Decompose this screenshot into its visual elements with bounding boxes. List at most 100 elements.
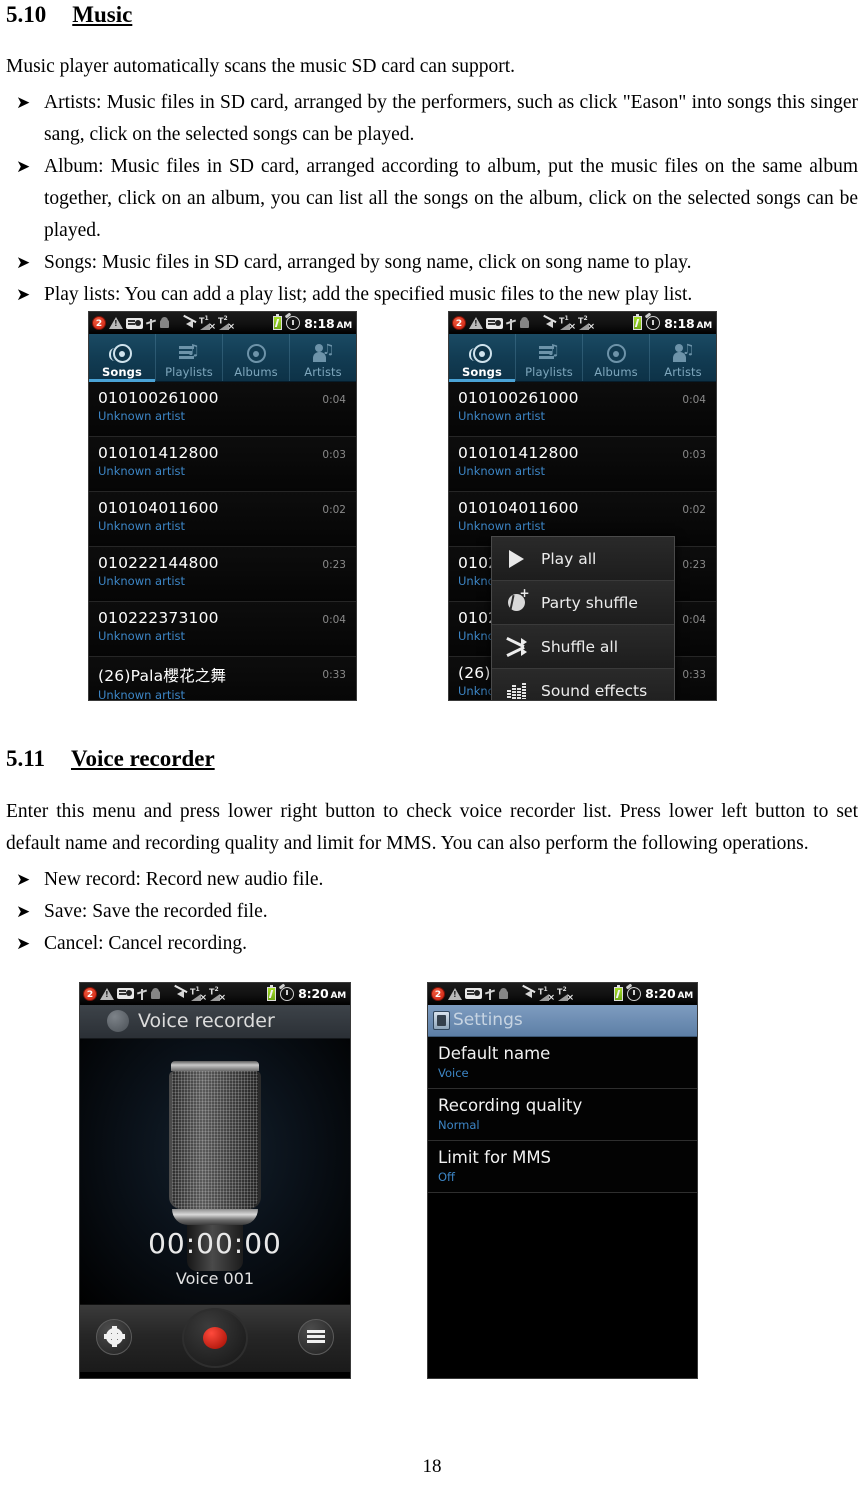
- artist-note-icon: ♫: [312, 342, 335, 365]
- music-options-menu-screenshot: 2 T1× T2× 8:18AM Song: [448, 311, 717, 702]
- menu-item-party-shuffle[interactable]: Party shuffle: [492, 581, 674, 626]
- fm-radio-icon: [465, 988, 482, 1000]
- fm-radio-icon: [117, 988, 134, 1000]
- table-row[interactable]: 010100261000 Unknown artist 0:04: [449, 382, 716, 438]
- list-item: ➤ Save: Save the recorded file.: [12, 896, 858, 928]
- alarm-clock-icon: [646, 316, 661, 331]
- voice-recorder-bullet-list: ➤ New record: Record new audio file. ➤ Sav…: [6, 864, 858, 960]
- list-item: ➤ Cancel: Cancel recording.: [12, 928, 858, 960]
- sim1-no-signal-icon: T1 ×: [538, 985, 555, 1003]
- record-button[interactable]: [182, 1307, 248, 1368]
- alarm-clock-icon: [280, 986, 295, 1001]
- sim2-no-signal-icon: T2 ×: [218, 315, 235, 333]
- music-options-context-menu: Play all Party shuffle Shuffle all Sound…: [491, 536, 675, 701]
- fm-radio-icon: [126, 317, 143, 329]
- play-icon: [504, 549, 528, 568]
- arrow-bullet-icon: ➤: [16, 869, 31, 889]
- voice-recorder-screenshots-row: 2 T1× T2× 8:20AM Voice recorder: [6, 981, 858, 1402]
- fm-radio-icon: [486, 317, 503, 329]
- status-bar-clock: 8:20 AM: [645, 986, 693, 1002]
- microphone-stage: 00:00:00 Voice 001: [80, 1038, 350, 1304]
- section-heading-music: 5.10 Music: [6, 0, 858, 27]
- album-disc-icon: [606, 342, 626, 365]
- gear-icon: [103, 1328, 125, 1346]
- warning-icon: [100, 987, 114, 1000]
- music-songs-screenshot: 2 T1× T2× 8:18AM Song: [88, 311, 357, 702]
- section-number: 5.11: [6, 746, 45, 772]
- arrow-bullet-icon: ➤: [16, 157, 31, 177]
- table-row[interactable]: 010101412800 Unknown artist 0:03: [449, 437, 716, 493]
- notification-badge-icon: 2: [452, 316, 466, 331]
- page-title: Voice recorder: [138, 1010, 275, 1033]
- music-intro-paragraph: Music player automatically scans the mus…: [6, 56, 516, 78]
- notification-badge-icon: 2: [83, 986, 97, 1001]
- android-debug-icon: [498, 987, 509, 1000]
- battery-charging-icon: [614, 984, 624, 1001]
- table-row[interactable]: (26)Pala櫻花之舞 Unknown artist 0:33: [89, 657, 356, 701]
- table-row[interactable]: 010104011600 Unknown artist 0:02: [89, 492, 356, 548]
- table-row[interactable]: 010222144800 Unknown artist 0:23: [89, 547, 356, 603]
- usb-icon: [485, 987, 495, 1001]
- settings-button[interactable]: [96, 1318, 132, 1355]
- recording-list-button[interactable]: [298, 1318, 334, 1355]
- disc-icon: [468, 342, 492, 365]
- menu-item-shuffle-all[interactable]: Shuffle all: [492, 625, 674, 670]
- settings-item-limit-for-mms[interactable]: Limit for MMS Off: [428, 1140, 697, 1193]
- playlist-note-icon: ♫: [179, 342, 200, 365]
- voice-recorder-settings-screenshot: 2 T1× T2× 8:20AM Settings: [427, 981, 698, 1379]
- arrow-bullet-icon: ➤: [16, 933, 31, 953]
- table-row[interactable]: 010100261000 Unknown artist 0:04: [89, 382, 356, 438]
- android-debug-icon: [150, 987, 161, 1000]
- tab-artists[interactable]: ♫ Artists: [290, 334, 356, 381]
- sim1-no-signal-icon: T1 ×: [199, 315, 216, 333]
- tab-songs[interactable]: Songs: [89, 334, 156, 383]
- notification-badge-icon: 2: [92, 316, 106, 331]
- equalizer-icon: [504, 682, 528, 699]
- artist-note-icon: ♫: [672, 342, 695, 365]
- android-debug-icon: [519, 317, 530, 329]
- silent-mute-icon: [181, 317, 196, 330]
- list-item: ➤ Artists: Music files in SD card, arrang…: [12, 87, 858, 151]
- menu-list-icon: [307, 1330, 325, 1344]
- voice-recorder-title-bar: Voice recorder: [80, 1004, 350, 1039]
- voice-recorder-toolbar: [80, 1303, 350, 1372]
- list-item: ➤ New record: Record new audio file.: [12, 864, 858, 896]
- android-debug-icon: [159, 317, 170, 329]
- settings-title-bar: Settings: [428, 1004, 697, 1037]
- table-row[interactable]: 010222373100 Unknown artist 0:04: [89, 602, 356, 658]
- tab-songs[interactable]: Songs: [449, 334, 516, 383]
- status-bar: 2 T1× T2× 8:18AM: [449, 312, 716, 335]
- recording-timer: 00:00:00: [148, 1226, 282, 1260]
- tab-albums[interactable]: Albums: [223, 334, 290, 382]
- table-row[interactable]: 010101412800 Unknown artist 0:03: [89, 437, 356, 493]
- tab-playlists[interactable]: ♫ Playlists: [156, 334, 223, 382]
- status-bar: 2 T1× T2× 8:20AM: [80, 982, 350, 1005]
- page-title: Settings: [453, 1010, 523, 1031]
- disc-icon: [108, 342, 132, 365]
- usb-icon: [137, 987, 147, 1001]
- arrow-bullet-icon: ➤: [16, 901, 31, 921]
- arrow-bullet-icon: ➤: [16, 93, 31, 113]
- sim1-no-signal-icon: T1 ×: [559, 315, 576, 333]
- battery-charging-icon: [633, 314, 643, 331]
- app-logo-icon: [107, 1009, 129, 1032]
- settings-item-default-name[interactable]: Default name Voice: [428, 1036, 697, 1089]
- tab-playlists[interactable]: ♫ Playlists: [516, 334, 583, 382]
- music-tab-bar: Songs ♫ Playlists Albums ♫ Artists: [449, 334, 716, 383]
- tab-artists[interactable]: ♫ Artists: [650, 334, 716, 381]
- alarm-clock-icon: [627, 986, 642, 1001]
- silent-mute-icon: [520, 987, 535, 1000]
- list-item: ➤ Songs: Music files in SD card, arranged…: [12, 247, 858, 279]
- music-tab-bar: Songs ♫ Playlists Albums ♫ Artists: [89, 334, 356, 383]
- tab-albums[interactable]: Albums: [583, 334, 650, 382]
- settings-list: Default name Voice Recording quality Nor…: [428, 1036, 697, 1373]
- recorder-app-icon: [433, 1010, 450, 1030]
- settings-item-recording-quality[interactable]: Recording quality Normal: [428, 1088, 697, 1141]
- menu-item-play-all[interactable]: Play all: [492, 537, 674, 582]
- voice-recorder-intro-paragraph: Enter this menu and press lower right bu…: [6, 800, 858, 854]
- menu-item-sound-effects[interactable]: Sound effects: [492, 669, 674, 701]
- warning-icon: [469, 317, 483, 330]
- silent-mute-icon: [541, 317, 556, 330]
- sim2-no-signal-icon: T2 ×: [557, 985, 574, 1003]
- sim1-no-signal-icon: T1 ×: [190, 985, 207, 1003]
